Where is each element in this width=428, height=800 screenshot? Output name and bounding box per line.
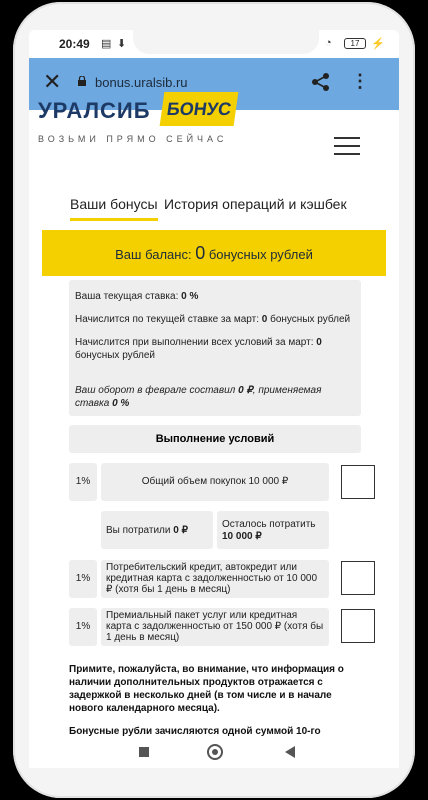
- spent-value: 0 ₽: [173, 525, 188, 536]
- rate-value: 0 %: [181, 291, 199, 302]
- more-vert-icon[interactable]: ⋮: [351, 71, 369, 91]
- charging-icon: ⚡: [371, 38, 385, 50]
- share-icon[interactable]: [311, 72, 331, 92]
- condition-checkbox[interactable]: [341, 609, 375, 643]
- lock-icon: [78, 76, 86, 86]
- tab-bar: Ваши бонусы История операций и кэшбек: [40, 196, 360, 226]
- turnover-text: Ваш оборот в феврале составил: [75, 385, 236, 396]
- condition-checkbox[interactable]: [341, 465, 375, 499]
- march-all-value: 0: [316, 337, 322, 348]
- march-all-label: Начислится при выполнении всех условий з…: [75, 337, 314, 348]
- slogan: ВОЗЬМИ ПРЯМО СЕЙЧАС: [38, 134, 228, 144]
- rate-label: Ваша текущая ставка:: [75, 291, 179, 302]
- condition-text: Премиальный пакет услуг или кредитная ка…: [101, 608, 329, 646]
- spent-cell: Вы потратили 0 ₽: [101, 511, 213, 549]
- home-circle-icon[interactable]: [207, 744, 223, 760]
- left-label: Осталось потратить: [222, 519, 316, 530]
- battery-icon: 17: [344, 38, 366, 49]
- tab-history[interactable]: История операций и кэшбек: [164, 196, 347, 212]
- balance-bar: Ваш баланс: 0 бонусных рублей: [42, 230, 386, 276]
- hamburger-menu-icon[interactable]: [334, 137, 360, 161]
- status-bar: 20:49 ▤ ⬇ ◔ 17 ⚡: [29, 30, 399, 58]
- tab-your-bonuses[interactable]: Ваши бонусы: [70, 196, 158, 221]
- condition-pct: 1%: [69, 608, 97, 646]
- status-time: 20:49: [59, 37, 90, 51]
- download-icon: ⬇: [117, 38, 127, 50]
- balance-label: Ваш баланс:: [115, 247, 192, 262]
- spent-label: Вы потратили: [106, 525, 171, 536]
- condition-text: Общий объем покупок 10 000 ₽: [101, 463, 329, 501]
- logo-text: УРАЛСИБ: [38, 98, 151, 123]
- conditions-header: Выполнение условий: [69, 425, 361, 453]
- march-current-label: Начислится по текущей ставке за март:: [75, 314, 259, 325]
- condition-text: Потребительский кредит, автокредит или к…: [101, 560, 329, 598]
- turnover-rate: 0 %: [112, 398, 130, 409]
- condition-checkbox[interactable]: [341, 561, 375, 595]
- android-nav-bar: [29, 738, 399, 768]
- logo-badge: БОНУС: [159, 92, 239, 126]
- march-current-unit: бонусных рублей: [270, 314, 351, 325]
- gmail-icon: ▤: [101, 38, 112, 50]
- logo[interactable]: УРАЛСИБ БОНУС ВОЗЬМИ ПРЯМО СЕЙЧАС: [38, 92, 248, 152]
- condition-pct: 1%: [69, 463, 97, 501]
- camera-notch: [133, 30, 319, 54]
- square-icon[interactable]: [139, 747, 149, 757]
- wifi-icon: ◔: [325, 37, 332, 49]
- turnover-value: 0 ₽: [238, 385, 253, 396]
- balance-value: 0: [195, 243, 206, 263]
- close-icon[interactable]: ✕: [43, 70, 61, 94]
- march-all-unit: бонусных рублей: [75, 350, 156, 361]
- condition-pct: 1%: [69, 560, 97, 598]
- info-card: Ваша текущая ставка: 0 % Начислится по т…: [69, 280, 361, 416]
- url-text[interactable]: bonus.uralsib.ru: [95, 75, 188, 90]
- left-cell: Осталось потратить 10 000 ₽: [217, 511, 329, 549]
- back-triangle-icon[interactable]: [285, 746, 295, 758]
- note-paragraph: Примите, пожалуйста, во внимание, что ин…: [69, 664, 344, 714]
- left-value: 10 000 ₽: [222, 531, 262, 542]
- balance-unit: бонусных рублей: [208, 247, 313, 262]
- march-current-value: 0: [261, 314, 268, 325]
